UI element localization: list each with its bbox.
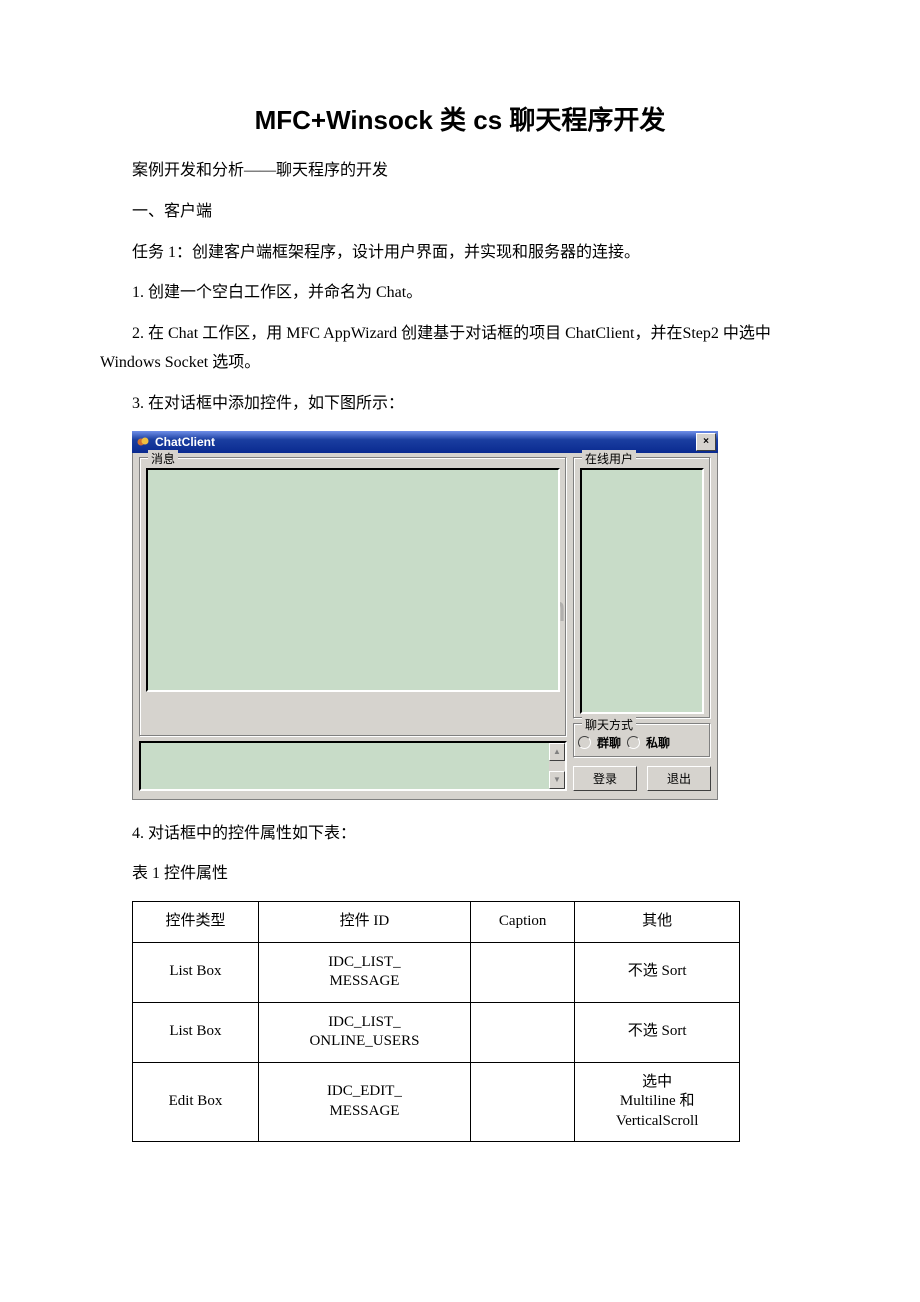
th-other: 其他 [575,902,740,943]
paragraph: 一、客户端 [100,198,820,227]
scroll-up-icon[interactable]: ▲ [549,743,565,761]
cell [471,1062,575,1142]
paragraph: 任务 1：创建客户端框架程序，设计用户界面，并实现和服务器的连接。 [100,239,820,268]
scrollbar[interactable]: ▲ ▼ [549,743,565,789]
app-icon [135,434,151,450]
cell [471,1002,575,1062]
message-listbox[interactable] [146,468,560,692]
message-editbox[interactable]: ▲ ▼ [139,741,567,791]
group-message-label: 消息 [148,450,178,467]
table-header-row: 控件类型 控件 ID Caption 其他 [133,902,740,943]
users-listbox[interactable] [580,468,704,714]
paragraph: 3. 在对话框中添加控件，如下图所示： [100,390,820,419]
page-title: MFC+Winsock 类 cs 聊天程序开发 [100,100,820,137]
table-row: List Box IDC_LIST_MESSAGE 不选 Sort [133,942,740,1002]
cell: 选中Multiline 和VerticalScroll [575,1062,740,1142]
group-mode-label: 聊天方式 [582,716,636,733]
paragraph: 4. 对话框中的控件属性如下表： [100,820,820,849]
group-message: 消息 [139,457,567,737]
paragraph: 表 1 控件属性 [100,860,820,889]
group-users-label: 在线用户 [582,450,636,467]
cell: IDC_LIST_ONLINE_USERS [258,1002,470,1062]
th-caption: Caption [471,902,575,943]
scroll-down-icon[interactable]: ▼ [549,771,565,789]
paragraph: 2. 在 Chat 工作区，用 MFC AppWizard 创建基于对话框的项目… [100,320,820,378]
window-title: ChatClient [155,435,696,449]
radio-group-label: 群聊 [597,734,621,751]
table-row: Edit Box IDC_EDIT_MESSAGE 选中Multiline 和V… [133,1062,740,1142]
radio-private-label: 私聊 [646,734,670,751]
paragraph: 1. 创建一个空白工作区，并命名为 Chat。 [100,279,820,308]
close-icon[interactable]: × [696,433,716,451]
login-button[interactable]: 登录 [573,766,637,791]
cell: Edit Box [133,1062,259,1142]
control-properties-table: 控件类型 控件 ID Caption 其他 List Box IDC_LIST_… [132,901,740,1142]
exit-button[interactable]: 退出 [647,766,711,791]
group-chatmode: 聊天方式 群聊 私聊 [573,723,711,758]
group-online-users: 在线用户 [573,457,711,719]
chatclient-dialog: ChatClient × www.bdocx.com 消息 ▲ ▼ [132,431,718,800]
cell: IDC_EDIT_MESSAGE [258,1062,470,1142]
cell: IDC_LIST_MESSAGE [258,942,470,1002]
paragraph: 案例开发和分析——聊天程序的开发 [100,157,820,186]
table-row: List Box IDC_LIST_ONLINE_USERS 不选 Sort [133,1002,740,1062]
cell: 不选 Sort [575,942,740,1002]
th-type: 控件类型 [133,902,259,943]
radio-group-icon[interactable] [578,736,591,749]
radio-private-icon[interactable] [627,736,640,749]
cell: 不选 Sort [575,1002,740,1062]
cell [471,942,575,1002]
cell: List Box [133,942,259,1002]
th-id: 控件 ID [258,902,470,943]
cell: List Box [133,1002,259,1062]
